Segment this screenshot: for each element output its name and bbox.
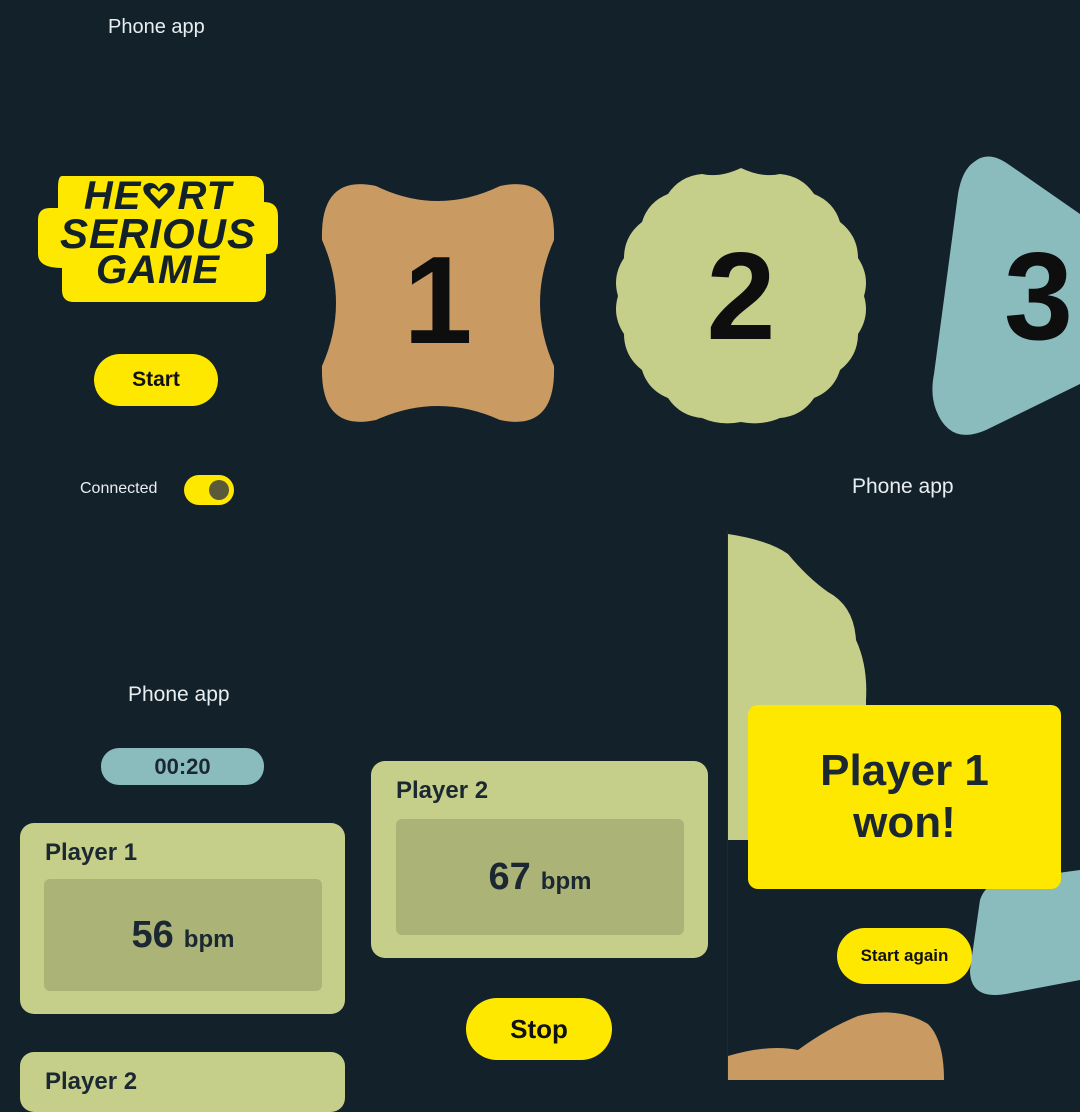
player-1-bpm-value: 56 [131,914,174,956]
player-1-name: Player 1 [45,839,138,866]
player-2-bpm-box: 67 bpm [396,819,684,935]
stop-button[interactable]: Stop [466,998,612,1060]
logo-line-game: GAME [96,248,220,292]
start-again-button[interactable]: Start again [837,928,972,984]
game-app-label: Phone app [128,683,230,706]
countdown-number-3: 3 [1004,228,1073,366]
countdown-number-2: 2 [706,228,776,366]
heart-icon [142,181,176,211]
result-bg-shape-orange [728,1010,948,1080]
top-app-label: Phone app [108,16,205,38]
countdown-number-1: 1 [403,232,473,370]
player-1-bpm-unit: bpm [183,926,235,953]
connected-toggle[interactable] [184,475,234,505]
player-1-bpm-box: 56 bpm [44,879,322,991]
player-2-bpm-unit: bpm [540,868,592,895]
result-bg-shape-teal [966,870,1080,1000]
winner-text: Player 1 won! [820,746,989,847]
start-button[interactable]: Start [94,354,218,406]
result-app-label: Phone app [852,475,954,498]
player-2-name: Player 2 [396,777,489,804]
winner-banner: Player 1 won! [748,705,1061,889]
toggle-knob [209,480,229,500]
player-2-bpm-value: 67 [488,856,531,898]
timer-pill: 00:20 [101,748,264,785]
connected-label: Connected [80,480,158,497]
player-2-partial-name: Player 2 [45,1068,138,1095]
